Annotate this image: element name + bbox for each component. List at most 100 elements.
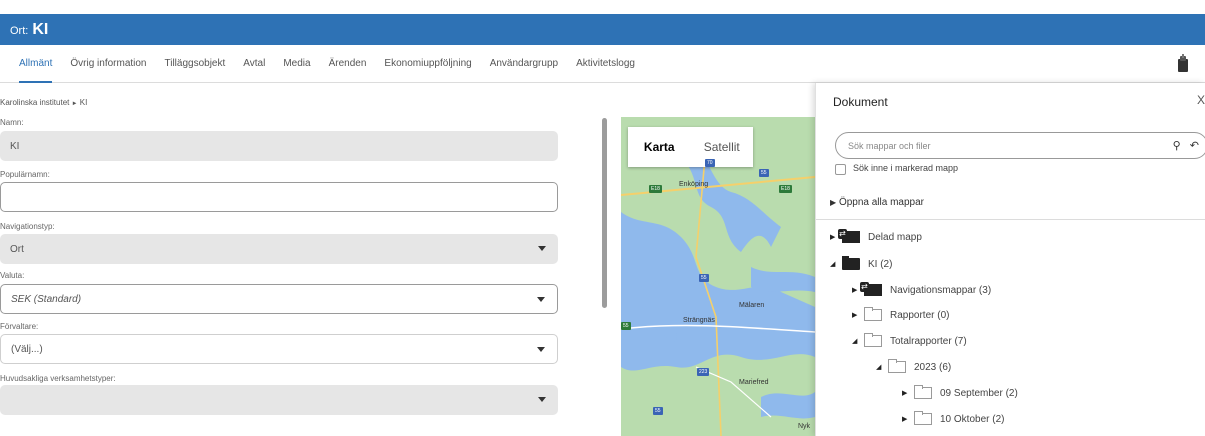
- search-in-folder-label: Sök inne i markerad mapp: [853, 163, 959, 173]
- road-shield: E18: [649, 185, 662, 193]
- tree-item[interactable]: ◢ Totalrapporter (7): [852, 331, 967, 351]
- chevron-down-icon: [538, 246, 546, 251]
- tab-aktivitetslogg[interactable]: Aktivitetslogg: [567, 45, 644, 83]
- tab-arenden[interactable]: Ärenden: [320, 45, 376, 83]
- tree-item-label: 10 Oktober (2): [940, 413, 1005, 425]
- caret-down-icon[interactable]: ◢: [830, 260, 842, 268]
- tab-avtal[interactable]: Avtal: [234, 45, 274, 83]
- search-icon[interactable]: ⚲: [1173, 140, 1181, 152]
- navtype-value: Ort: [10, 243, 24, 255]
- tree-item-label: Rapporter (0): [890, 309, 950, 321]
- folder-icon: [888, 359, 906, 373]
- currency-select[interactable]: SEK (Standard): [0, 284, 558, 314]
- map-place-label: Mariefred: [739, 379, 769, 386]
- document-icon[interactable]: [1175, 54, 1191, 74]
- road-shield: 70: [705, 159, 715, 167]
- tree-item[interactable]: ▶ Navigationsmappar (3): [852, 280, 991, 300]
- tree-item-label: 2023 (6): [914, 361, 952, 373]
- tab-tillaggsobjekt[interactable]: Tilläggsobjekt: [156, 45, 235, 83]
- search-placeholder: Sök mappar och filer: [848, 140, 931, 151]
- tab-bar: Allmänt Övrig information Tilläggsobjekt…: [0, 45, 1205, 83]
- caret-right-icon[interactable]: ▶: [902, 415, 914, 423]
- breadcrumb-separator: ►: [71, 101, 78, 107]
- chevron-down-icon: [538, 397, 546, 402]
- navtype-label: Navigationstyp:: [0, 222, 55, 231]
- folder-icon: [842, 256, 860, 270]
- map-toggle-karta[interactable]: Karta: [628, 127, 691, 167]
- tree-item-label: 09 September (2): [940, 387, 1018, 399]
- road-shield: 55: [653, 407, 663, 415]
- tree-item-label: Delad mapp: [868, 231, 922, 243]
- business-types-label: Huvudsakliga verksamhetstyper:: [0, 374, 116, 383]
- name-field: KI: [0, 131, 558, 161]
- name-value: KI: [10, 140, 20, 152]
- currency-value: SEK (Standard): [11, 293, 82, 305]
- tree-item-label: Totalrapporter (7): [890, 335, 967, 347]
- manager-label: Förvaltare:: [0, 322, 39, 331]
- form-scrollbar[interactable]: [602, 118, 607, 308]
- map-toggle-satellit[interactable]: Satellit: [691, 127, 754, 167]
- chevron-down-icon: [537, 347, 545, 352]
- map-place-label: Strängnäs: [683, 317, 715, 324]
- folder-icon: [864, 307, 882, 321]
- tree-item-label: Navigationsmappar (3): [890, 284, 992, 296]
- shared-folder-icon: [838, 229, 860, 243]
- tree-item[interactable]: ▶ 09 September (2): [902, 383, 1018, 403]
- navtype-select[interactable]: Ort: [0, 234, 558, 264]
- manager-select[interactable]: (Välj...): [0, 334, 558, 364]
- shared-folder-icon: [860, 282, 882, 296]
- caret-right-icon: ▶: [830, 198, 837, 207]
- popular-name-label: Populärnamn:: [0, 170, 50, 179]
- chevron-down-icon: [537, 297, 545, 302]
- tab-ovrig-information[interactable]: Övrig information: [61, 45, 155, 83]
- general-form: Karolinska institutet ► KI Namn: KI Popu…: [0, 83, 600, 436]
- caret-right-icon[interactable]: ▶: [902, 389, 914, 397]
- document-panel: Dokument X Sök mappar och filer ⚲ ↶ Sök …: [815, 83, 1205, 436]
- caret-right-icon[interactable]: ▶: [852, 311, 864, 319]
- tree-item[interactable]: ▶ 10 Oktober (2): [902, 409, 1004, 429]
- map-place-label: Mälaren: [739, 302, 765, 309]
- tab-media[interactable]: Media: [274, 45, 319, 83]
- reset-icon[interactable]: ↶: [1190, 140, 1199, 152]
- tab-ekonomiuppfoljning[interactable]: Ekonomiuppföljning: [375, 45, 480, 83]
- open-all-label: Öppna alla mappar: [838, 197, 924, 208]
- map-place-label: Enköping: [679, 181, 709, 188]
- folder-icon: [914, 411, 932, 425]
- tree-item[interactable]: ◢ 2023 (6): [876, 357, 951, 377]
- caret-down-icon[interactable]: ◢: [852, 337, 864, 345]
- document-search-input[interactable]: Sök mappar och filer ⚲ ↶: [835, 132, 1205, 159]
- road-shield: E18: [779, 185, 792, 193]
- tree-item[interactable]: ▶ Delad mapp: [830, 227, 922, 247]
- open-all-folders[interactable]: ▶ Öppna alla mappar: [830, 197, 924, 208]
- tree-item-label: KI (2): [868, 258, 893, 270]
- popular-name-input[interactable]: [0, 182, 558, 212]
- map-place-label: Nyk: [798, 423, 811, 430]
- road-shield: 223: [697, 368, 710, 376]
- currency-label: Valuta:: [0, 271, 25, 280]
- business-types-select[interactable]: [0, 385, 558, 415]
- manager-value: (Välj...): [11, 343, 43, 355]
- map-type-toggle: Karta Satellit: [628, 127, 753, 167]
- tab-allmant[interactable]: Allmänt: [10, 45, 61, 83]
- page-title: KI: [32, 20, 49, 38]
- folder-icon: [914, 385, 932, 399]
- search-in-folder-checkbox[interactable]: [835, 164, 846, 175]
- panel-title: Dokument: [833, 95, 888, 109]
- title-prefix: Ort:: [10, 25, 29, 37]
- breadcrumb: Karolinska institutet ► KI: [0, 98, 87, 107]
- tree-item[interactable]: ◢ KI (2): [830, 254, 892, 274]
- road-shield: 55: [621, 322, 631, 330]
- caret-down-icon[interactable]: ◢: [876, 363, 888, 371]
- breadcrumb-parent[interactable]: Karolinska institutet: [0, 98, 69, 107]
- road-shield: 55: [699, 274, 709, 282]
- tab-anvandargrupp[interactable]: Användargrupp: [481, 45, 567, 83]
- road-shield: 55: [759, 169, 769, 177]
- map-view[interactable]: Karta Satellit Enköping Strängnäs Mälare…: [621, 117, 815, 436]
- breadcrumb-current: KI: [79, 98, 88, 107]
- title-bar: Ort: KI: [0, 14, 1205, 45]
- name-label: Namn:: [0, 118, 24, 127]
- tree-item[interactable]: ▶ Rapporter (0): [852, 305, 949, 325]
- divider: [816, 219, 1205, 220]
- close-icon[interactable]: X: [1197, 93, 1205, 107]
- search-actions: ⚲ ↶: [1173, 139, 1199, 152]
